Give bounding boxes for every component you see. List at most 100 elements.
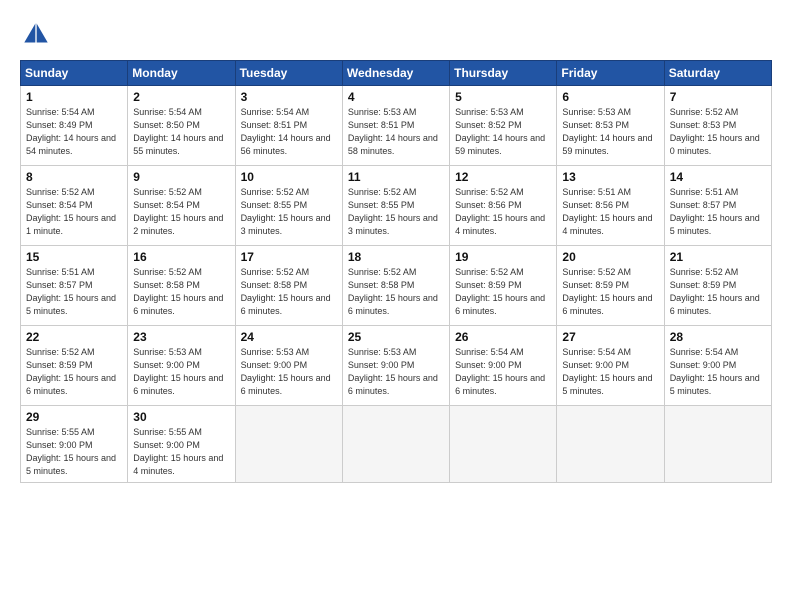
day-number: 1 bbox=[26, 90, 122, 104]
table-cell: 15 Sunrise: 5:51 AM Sunset: 8:57 PM Dayl… bbox=[21, 246, 128, 326]
day-info: Sunrise: 5:51 AM Sunset: 8:57 PM Dayligh… bbox=[26, 266, 122, 318]
header-tuesday: Tuesday bbox=[235, 61, 342, 86]
day-number: 7 bbox=[670, 90, 766, 104]
day-number: 22 bbox=[26, 330, 122, 344]
table-cell: 17 Sunrise: 5:52 AM Sunset: 8:58 PM Dayl… bbox=[235, 246, 342, 326]
table-cell: 28 Sunrise: 5:54 AM Sunset: 9:00 PM Dayl… bbox=[664, 326, 771, 406]
day-info: Sunrise: 5:53 AM Sunset: 8:53 PM Dayligh… bbox=[562, 106, 658, 158]
day-number: 28 bbox=[670, 330, 766, 344]
day-number: 23 bbox=[133, 330, 229, 344]
table-cell: 12 Sunrise: 5:52 AM Sunset: 8:56 PM Dayl… bbox=[450, 166, 557, 246]
table-cell: 11 Sunrise: 5:52 AM Sunset: 8:55 PM Dayl… bbox=[342, 166, 449, 246]
day-number: 27 bbox=[562, 330, 658, 344]
day-info: Sunrise: 5:52 AM Sunset: 8:59 PM Dayligh… bbox=[26, 346, 122, 398]
day-info: Sunrise: 5:54 AM Sunset: 8:49 PM Dayligh… bbox=[26, 106, 122, 158]
page: Sunday Monday Tuesday Wednesday Thursday… bbox=[0, 0, 792, 612]
day-info: Sunrise: 5:53 AM Sunset: 9:00 PM Dayligh… bbox=[241, 346, 337, 398]
table-cell: 6 Sunrise: 5:53 AM Sunset: 8:53 PM Dayli… bbox=[557, 86, 664, 166]
table-cell: 24 Sunrise: 5:53 AM Sunset: 9:00 PM Dayl… bbox=[235, 326, 342, 406]
header-monday: Monday bbox=[128, 61, 235, 86]
day-info: Sunrise: 5:53 AM Sunset: 8:52 PM Dayligh… bbox=[455, 106, 551, 158]
table-cell bbox=[342, 406, 449, 483]
day-number: 20 bbox=[562, 250, 658, 264]
table-cell: 13 Sunrise: 5:51 AM Sunset: 8:56 PM Dayl… bbox=[557, 166, 664, 246]
day-info: Sunrise: 5:52 AM Sunset: 8:55 PM Dayligh… bbox=[348, 186, 444, 238]
table-cell: 14 Sunrise: 5:51 AM Sunset: 8:57 PM Dayl… bbox=[664, 166, 771, 246]
day-info: Sunrise: 5:52 AM Sunset: 8:59 PM Dayligh… bbox=[670, 266, 766, 318]
day-number: 25 bbox=[348, 330, 444, 344]
table-cell: 26 Sunrise: 5:54 AM Sunset: 9:00 PM Dayl… bbox=[450, 326, 557, 406]
header-sunday: Sunday bbox=[21, 61, 128, 86]
day-number: 26 bbox=[455, 330, 551, 344]
header-row: Sunday Monday Tuesday Wednesday Thursday… bbox=[21, 61, 772, 86]
table-cell bbox=[557, 406, 664, 483]
calendar-row: 29 Sunrise: 5:55 AM Sunset: 9:00 PM Dayl… bbox=[21, 406, 772, 483]
logo bbox=[20, 18, 58, 50]
table-cell: 21 Sunrise: 5:52 AM Sunset: 8:59 PM Dayl… bbox=[664, 246, 771, 326]
day-number: 2 bbox=[133, 90, 229, 104]
table-cell: 29 Sunrise: 5:55 AM Sunset: 9:00 PM Dayl… bbox=[21, 406, 128, 483]
table-cell: 20 Sunrise: 5:52 AM Sunset: 8:59 PM Dayl… bbox=[557, 246, 664, 326]
day-info: Sunrise: 5:54 AM Sunset: 8:51 PM Dayligh… bbox=[241, 106, 337, 158]
day-info: Sunrise: 5:54 AM Sunset: 9:00 PM Dayligh… bbox=[670, 346, 766, 398]
table-cell bbox=[664, 406, 771, 483]
day-number: 10 bbox=[241, 170, 337, 184]
day-number: 6 bbox=[562, 90, 658, 104]
day-number: 5 bbox=[455, 90, 551, 104]
day-info: Sunrise: 5:51 AM Sunset: 8:57 PM Dayligh… bbox=[670, 186, 766, 238]
day-info: Sunrise: 5:53 AM Sunset: 9:00 PM Dayligh… bbox=[348, 346, 444, 398]
day-number: 12 bbox=[455, 170, 551, 184]
table-cell: 4 Sunrise: 5:53 AM Sunset: 8:51 PM Dayli… bbox=[342, 86, 449, 166]
table-cell: 22 Sunrise: 5:52 AM Sunset: 8:59 PM Dayl… bbox=[21, 326, 128, 406]
day-number: 29 bbox=[26, 410, 122, 424]
table-cell: 18 Sunrise: 5:52 AM Sunset: 8:58 PM Dayl… bbox=[342, 246, 449, 326]
day-info: Sunrise: 5:52 AM Sunset: 8:54 PM Dayligh… bbox=[26, 186, 122, 238]
day-info: Sunrise: 5:53 AM Sunset: 8:51 PM Dayligh… bbox=[348, 106, 444, 158]
day-number: 8 bbox=[26, 170, 122, 184]
header-thursday: Thursday bbox=[450, 61, 557, 86]
day-number: 11 bbox=[348, 170, 444, 184]
day-info: Sunrise: 5:52 AM Sunset: 8:58 PM Dayligh… bbox=[133, 266, 229, 318]
table-cell: 27 Sunrise: 5:54 AM Sunset: 9:00 PM Dayl… bbox=[557, 326, 664, 406]
day-info: Sunrise: 5:52 AM Sunset: 8:59 PM Dayligh… bbox=[455, 266, 551, 318]
table-cell: 19 Sunrise: 5:52 AM Sunset: 8:59 PM Dayl… bbox=[450, 246, 557, 326]
table-cell: 7 Sunrise: 5:52 AM Sunset: 8:53 PM Dayli… bbox=[664, 86, 771, 166]
header-friday: Friday bbox=[557, 61, 664, 86]
day-info: Sunrise: 5:52 AM Sunset: 8:55 PM Dayligh… bbox=[241, 186, 337, 238]
day-number: 3 bbox=[241, 90, 337, 104]
day-info: Sunrise: 5:52 AM Sunset: 8:54 PM Dayligh… bbox=[133, 186, 229, 238]
calendar-table: Sunday Monday Tuesday Wednesday Thursday… bbox=[20, 60, 772, 483]
table-cell bbox=[450, 406, 557, 483]
day-info: Sunrise: 5:52 AM Sunset: 8:59 PM Dayligh… bbox=[562, 266, 658, 318]
table-cell: 23 Sunrise: 5:53 AM Sunset: 9:00 PM Dayl… bbox=[128, 326, 235, 406]
table-cell: 25 Sunrise: 5:53 AM Sunset: 9:00 PM Dayl… bbox=[342, 326, 449, 406]
table-cell: 8 Sunrise: 5:52 AM Sunset: 8:54 PM Dayli… bbox=[21, 166, 128, 246]
day-number: 14 bbox=[670, 170, 766, 184]
table-cell bbox=[235, 406, 342, 483]
day-info: Sunrise: 5:53 AM Sunset: 9:00 PM Dayligh… bbox=[133, 346, 229, 398]
day-info: Sunrise: 5:54 AM Sunset: 9:00 PM Dayligh… bbox=[455, 346, 551, 398]
day-info: Sunrise: 5:54 AM Sunset: 9:00 PM Dayligh… bbox=[562, 346, 658, 398]
calendar-row: 22 Sunrise: 5:52 AM Sunset: 8:59 PM Dayl… bbox=[21, 326, 772, 406]
day-number: 24 bbox=[241, 330, 337, 344]
day-number: 13 bbox=[562, 170, 658, 184]
day-info: Sunrise: 5:54 AM Sunset: 8:50 PM Dayligh… bbox=[133, 106, 229, 158]
header bbox=[20, 18, 772, 50]
day-number: 19 bbox=[455, 250, 551, 264]
day-info: Sunrise: 5:52 AM Sunset: 8:58 PM Dayligh… bbox=[241, 266, 337, 318]
table-cell: 1 Sunrise: 5:54 AM Sunset: 8:49 PM Dayli… bbox=[21, 86, 128, 166]
day-info: Sunrise: 5:52 AM Sunset: 8:53 PM Dayligh… bbox=[670, 106, 766, 158]
day-number: 16 bbox=[133, 250, 229, 264]
logo-icon bbox=[20, 18, 52, 50]
header-saturday: Saturday bbox=[664, 61, 771, 86]
table-cell: 3 Sunrise: 5:54 AM Sunset: 8:51 PM Dayli… bbox=[235, 86, 342, 166]
day-info: Sunrise: 5:52 AM Sunset: 8:56 PM Dayligh… bbox=[455, 186, 551, 238]
day-number: 9 bbox=[133, 170, 229, 184]
day-info: Sunrise: 5:52 AM Sunset: 8:58 PM Dayligh… bbox=[348, 266, 444, 318]
day-info: Sunrise: 5:55 AM Sunset: 9:00 PM Dayligh… bbox=[133, 426, 229, 478]
day-number: 15 bbox=[26, 250, 122, 264]
table-cell: 16 Sunrise: 5:52 AM Sunset: 8:58 PM Dayl… bbox=[128, 246, 235, 326]
header-wednesday: Wednesday bbox=[342, 61, 449, 86]
calendar-row: 1 Sunrise: 5:54 AM Sunset: 8:49 PM Dayli… bbox=[21, 86, 772, 166]
day-info: Sunrise: 5:51 AM Sunset: 8:56 PM Dayligh… bbox=[562, 186, 658, 238]
